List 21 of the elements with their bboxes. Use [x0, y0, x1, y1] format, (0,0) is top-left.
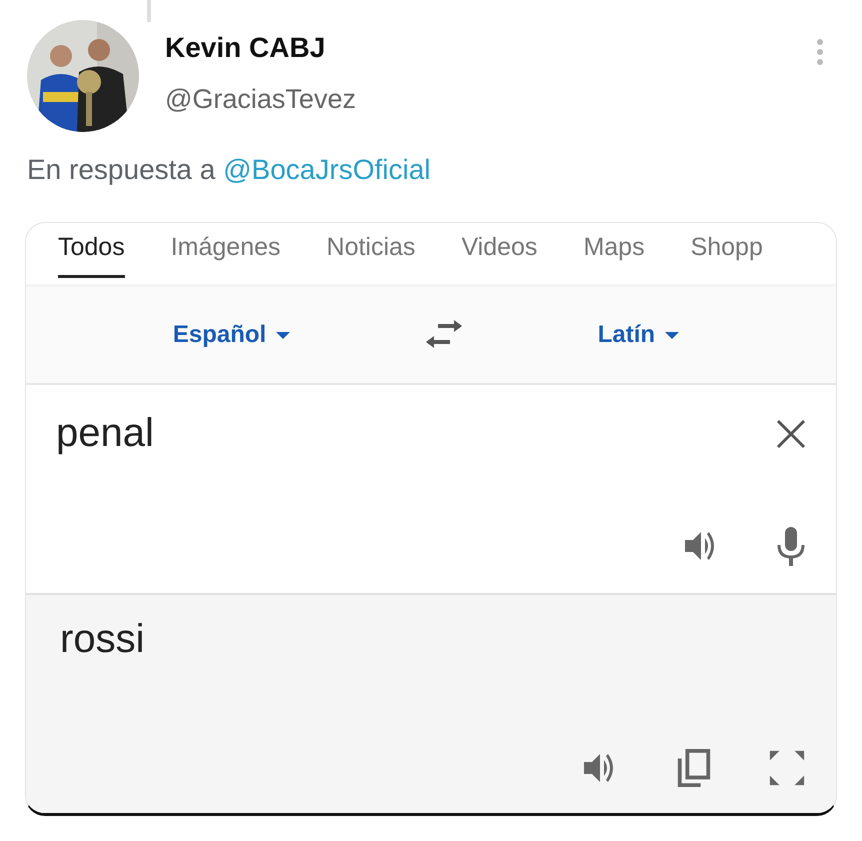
- search-tab[interactable]: Videos: [461, 229, 538, 278]
- search-tab[interactable]: Shopp: [690, 229, 763, 278]
- author-handle: @GraciasTevez: [165, 84, 357, 115]
- input-field[interactable]: penal: [56, 411, 776, 456]
- language-dropdown[interactable]: Español: [172, 321, 290, 349]
- swap-icon[interactable]: [424, 320, 464, 350]
- search-tab[interactable]: Todos: [58, 229, 125, 278]
- close-icon[interactable]: [776, 418, 806, 448]
- translation-text: rossi: [59, 616, 144, 662]
- author-name: Kevin CABJ: [165, 32, 326, 64]
- caret-icon: [665, 332, 680, 338]
- fullscreen-icon[interactable]: [768, 749, 806, 787]
- search-tab[interactable]: Noticias: [326, 229, 416, 278]
- language-dropdown[interactable]: Latín: [598, 321, 680, 349]
- search-tab[interactable]: Imágenes: [170, 229, 281, 278]
- copy-icon[interactable]: [675, 749, 713, 787]
- microphone-icon[interactable]: [776, 527, 806, 567]
- reply-context: En respuesta a @BocaJrsOficial: [27, 154, 432, 186]
- caret-icon: [276, 332, 290, 338]
- mention-link[interactable]: @BocaJrsOficial: [223, 154, 430, 185]
- search-tab[interactable]: Maps: [583, 229, 645, 278]
